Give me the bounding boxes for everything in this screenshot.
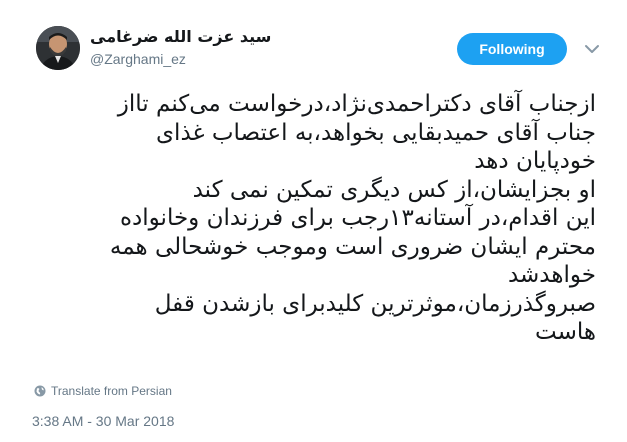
tweet-text-line: صبروگذرزمان،موثرترین کلیدبرای بازشدن قفل <box>154 290 596 317</box>
translate-link[interactable]: Translate from Persian <box>34 382 172 400</box>
tweet-header: سید عزت الله ضرغامی @Zarghami_ez Followi… <box>32 20 602 80</box>
profile-photo-icon <box>36 26 80 70</box>
tweet-menu-button[interactable] <box>583 40 601 58</box>
author-screen-name[interactable]: @Zarghami_ez <box>90 49 310 69</box>
tweet-card: سید عزت الله ضرغامی @Zarghami_ez Followi… <box>0 0 627 442</box>
tweet-timestamp[interactable]: 3:38 AM - 30 Mar 2018 <box>32 413 174 429</box>
tweet-text-line: این اقدام،در آستانه۱۳رجب برای فرزندان وخ… <box>119 205 596 231</box>
tweet-text-line: جناب آقای حمیدبقایی بخواهد،به اعتصاب غذا… <box>156 119 596 146</box>
tweet-text-line: خواهدشد <box>507 262 596 288</box>
tweet-text-line: او بجزایشان،از کس دیگری تمکین نمی کند <box>192 176 596 203</box>
tweet-text-line: ازجناب آقای دکتراحمدی‌نژاد،درخواست می‌کن… <box>117 91 596 117</box>
globe-icon <box>34 385 46 397</box>
author-info[interactable]: سید عزت الله ضرغامی @Zarghami_ez <box>90 26 310 69</box>
tweet-text-line: خودپایان دهد <box>474 148 596 174</box>
translate-label[interactable]: Translate from Persian <box>51 384 172 398</box>
tweet-text-line: محترم ایشان ضروری است وموجب خوشحالی همه <box>109 233 596 260</box>
tweet-text-line: هاست <box>535 319 596 345</box>
avatar[interactable] <box>36 26 80 70</box>
following-button[interactable]: Following <box>457 33 567 65</box>
author-display-name[interactable]: سید عزت الله ضرغامی <box>90 26 310 48</box>
chevron-down-icon <box>585 45 599 53</box>
tweet-text: ازجناب آقای دکتراحمدی‌نژاد،درخواست می‌کن… <box>30 90 596 347</box>
